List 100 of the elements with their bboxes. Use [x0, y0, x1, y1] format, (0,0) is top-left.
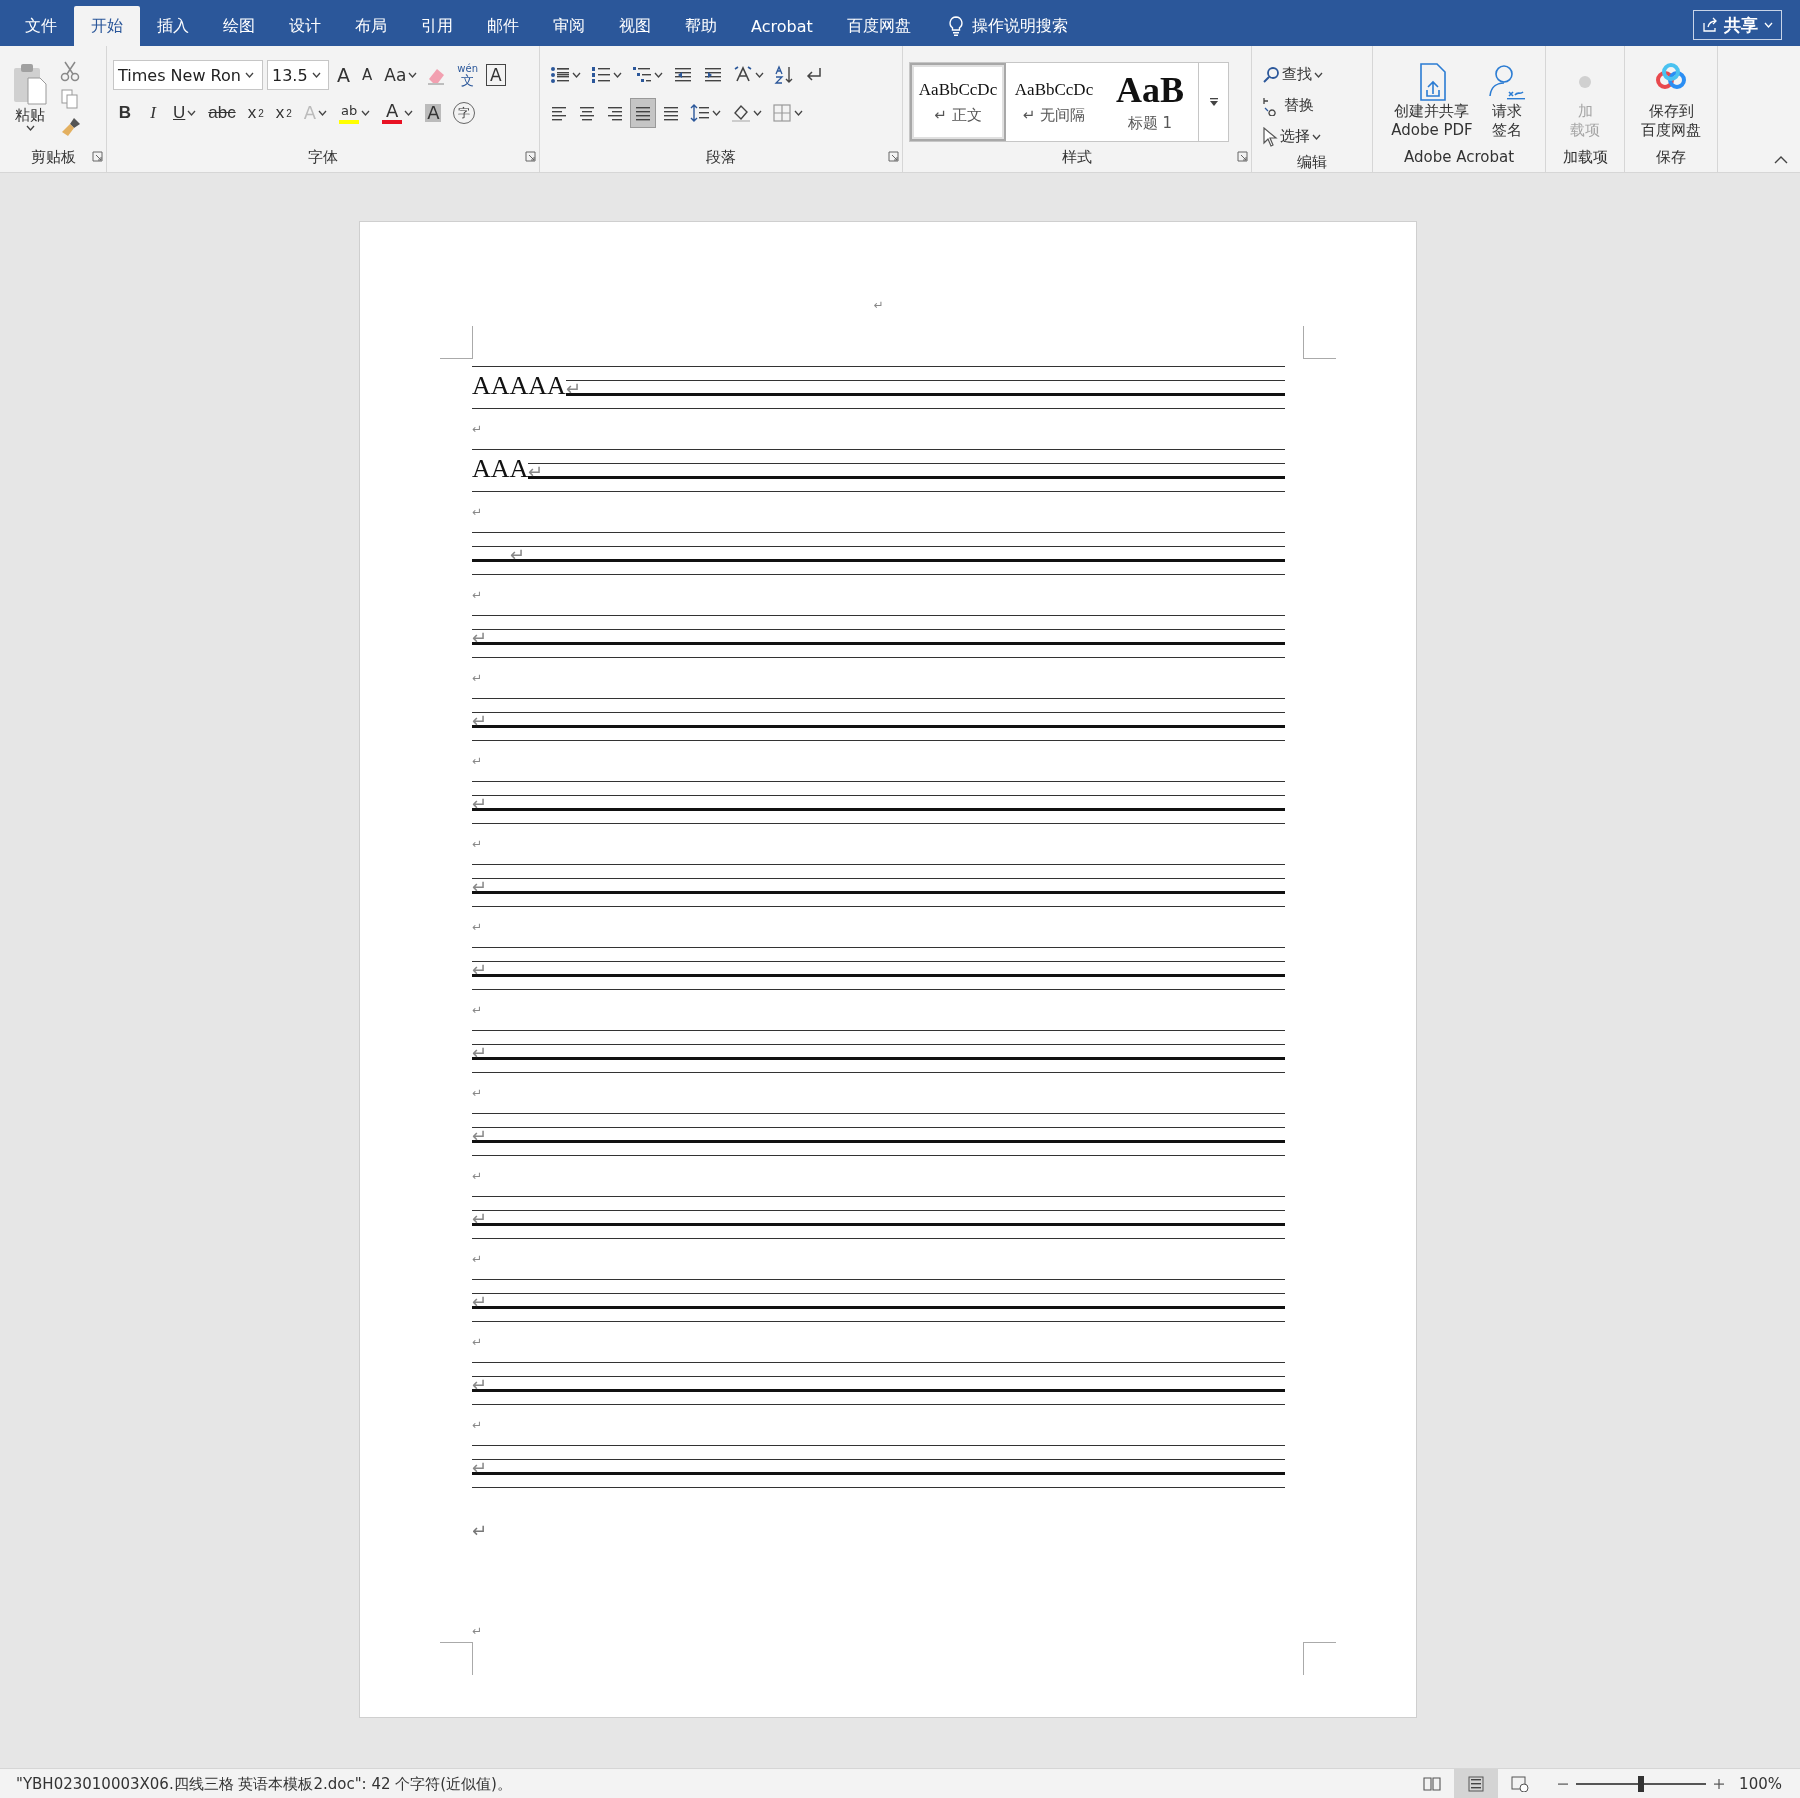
character-border-button[interactable]: A: [486, 64, 506, 86]
collapse-ribbon-icon: [1774, 155, 1788, 164]
dialog-launcher-icon: [1237, 151, 1248, 162]
view-button[interactable]: [1454, 1769, 1498, 1798]
caret-icon: [794, 110, 803, 116]
paragraph-mark: ↵: [472, 1520, 488, 1541]
crop-mark: [1303, 326, 1336, 359]
paragraph-mark: ↵: [472, 1335, 483, 1349]
character-shading-button[interactable]: A: [421, 98, 446, 128]
align-icon: [634, 104, 652, 122]
dialog-launcher-icon: [92, 151, 103, 162]
cursor-icon: [1262, 126, 1278, 147]
paragraph-mark: ↵: [472, 1292, 487, 1312]
zoom-slider-thumb[interactable]: [1638, 1776, 1644, 1792]
share-button[interactable]: 共享: [1693, 10, 1782, 40]
paragraph-mark: ↵: [472, 628, 487, 648]
font-name-field[interactable]: Times New Ron: [113, 60, 263, 90]
paragraph-mark: ↵: [472, 1086, 483, 1100]
search-icon: [1262, 65, 1280, 84]
align-button[interactable]: [630, 98, 656, 128]
shading-icon: [731, 103, 751, 123]
find-button[interactable]: 查找: [1258, 60, 1327, 89]
caret-icon: [753, 110, 762, 116]
bullets-icon: [550, 65, 570, 85]
caret-icon: [318, 110, 328, 116]
create-pdf-button[interactable]: 创建并共享 Adobe PDF: [1387, 60, 1477, 146]
ribbon-tab[interactable]: Acrobat: [734, 6, 830, 46]
ribbon-tab[interactable]: 文件: [8, 6, 74, 46]
numbering-icon: [591, 65, 611, 85]
ribbon-tab[interactable]: 邮件: [470, 6, 536, 46]
paragraph-mark: ↵: [472, 754, 483, 768]
zoom-level[interactable]: 100%: [1724, 1775, 1782, 1793]
ribbon-tab[interactable]: 绘图: [206, 6, 272, 46]
scissors-icon: [60, 60, 80, 82]
paragraph-mark: ↵: [472, 837, 483, 851]
ribbon-tab[interactable]: 设计: [272, 6, 338, 46]
align-icon: [578, 104, 596, 122]
style-tile[interactable]: AaBbCcDc ↵ 正文: [910, 63, 1006, 141]
grow-font-button[interactable]: A: [333, 60, 354, 90]
paragraph-mark: ↵: [472, 1418, 483, 1432]
ribbon-tab[interactable]: 布局: [338, 6, 404, 46]
ribbon-tab[interactable]: 引用: [404, 6, 470, 46]
paragraph-mark: ↵: [873, 298, 884, 312]
status-text: "YBH023010003X06.四线三格 英语本模板2.doc": 42 个字符(近似值)。: [16, 1774, 513, 1794]
bold-button[interactable]: B: [113, 98, 137, 128]
change-case-button[interactable]: Aa: [380, 60, 422, 90]
align-icon: [662, 104, 680, 122]
share-icon: [1702, 17, 1718, 33]
ribbon-tab[interactable]: 视图: [602, 6, 668, 46]
caret-icon: [187, 110, 197, 116]
zoom-in-icon: [1714, 1779, 1724, 1789]
group-label: 样式: [1061, 147, 1093, 168]
crop-mark: [440, 326, 473, 359]
caret-icon: [613, 72, 622, 78]
borders-icon: [772, 103, 792, 123]
ribbon-tab[interactable]: 帮助: [668, 6, 734, 46]
select-button[interactable]: 选择: [1258, 122, 1327, 151]
request-signature-button[interactable]: 请求 签名: [1482, 60, 1531, 146]
font-size-field[interactable]: 13.5: [267, 60, 329, 90]
paragraph-mark: ↵: [472, 960, 487, 980]
ribbon-tab[interactable]: 百度网盘: [829, 6, 928, 46]
paintbrush-icon: [60, 116, 82, 138]
paragraph-mark: ↵: [472, 794, 487, 814]
caret-icon: [404, 110, 414, 116]
save-to-cloud-button[interactable]: 保存到 百度网盘: [1637, 60, 1705, 146]
replace-button[interactable]: 替换: [1258, 91, 1327, 120]
caret-icon: [1312, 133, 1321, 140]
highlight-button[interactable]: ab: [335, 98, 375, 128]
shrink-font-button[interactable]: A: [358, 60, 377, 90]
italic-button[interactable]: I: [141, 98, 165, 128]
strike-button[interactable]: abc: [204, 98, 240, 128]
ribbon-tab[interactable]: 审阅: [536, 6, 602, 46]
paragraph-mark: ↵: [509, 545, 525, 565]
more-icon: [1208, 97, 1219, 107]
group-label: Adobe Acrobat: [1402, 147, 1516, 168]
ribbon-tab[interactable]: 插入: [140, 6, 206, 46]
caret-icon: [654, 72, 663, 78]
line-spacing-icon: [690, 103, 710, 123]
crop-mark: [1303, 1642, 1336, 1675]
dialog-launcher-icon: [888, 151, 899, 162]
web-layout-icon: [1511, 1776, 1529, 1792]
multilevel-list-icon: [632, 65, 652, 85]
phonetic-guide-button[interactable]: wén 文: [453, 60, 482, 90]
caret-icon: [244, 72, 254, 78]
paragraph-mark: ↵: [472, 877, 487, 897]
copy-icon: [60, 88, 80, 110]
lightbulb-icon: [947, 15, 964, 37]
paragraph-mark: ↵: [472, 1209, 487, 1229]
caret-icon: [311, 72, 321, 78]
caret-icon: [712, 110, 721, 116]
ribbon-tab[interactable]: 开始: [74, 6, 140, 46]
font-color-button[interactable]: A: [378, 98, 418, 128]
caret-icon: [408, 72, 418, 78]
tell-me-search[interactable]: 操作说明搜索: [971, 15, 1068, 37]
align-icon: [606, 104, 624, 122]
underline-button[interactable]: U: [169, 98, 201, 128]
group-label: 保存: [1655, 147, 1687, 168]
paste-button[interactable]: 粘贴: [6, 60, 54, 146]
paragraph-mark: ↵: [472, 505, 483, 519]
paragraph-mark: ↵: [472, 588, 483, 602]
